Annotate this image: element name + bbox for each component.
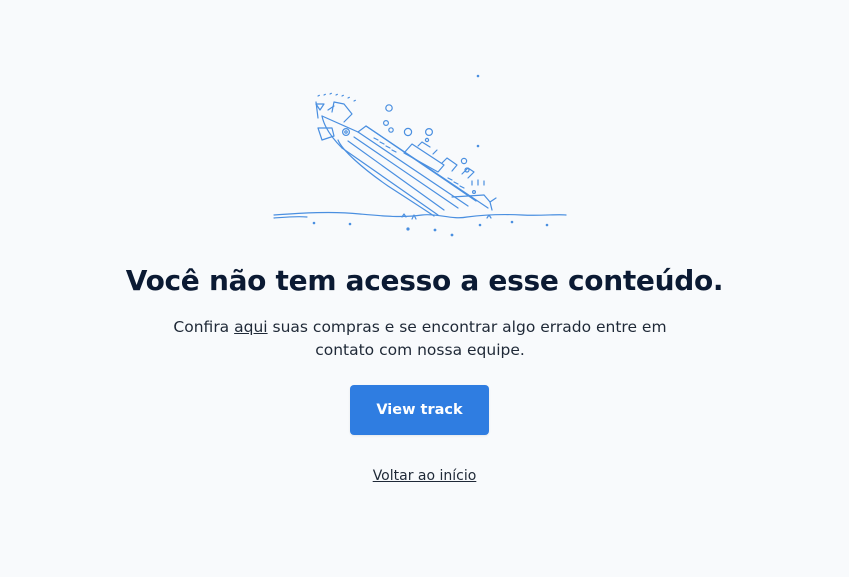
description-text-end: suas compras e se encontrar algo errado …: [267, 318, 667, 359]
back-link-container: Voltar ao início: [0, 466, 849, 486]
back-to-home-link[interactable]: Voltar ao início: [373, 468, 477, 484]
description-text-start: Confira: [173, 318, 235, 336]
view-track-button[interactable]: View track: [350, 385, 489, 435]
sinking-ship-illustration: [262, 68, 582, 240]
purchases-link[interactable]: aqui: [234, 318, 267, 336]
page-description: Confira aqui suas compras e se encontrar…: [170, 316, 670, 362]
page-title: Você não tem acesso a esse conteúdo.: [125, 264, 724, 297]
